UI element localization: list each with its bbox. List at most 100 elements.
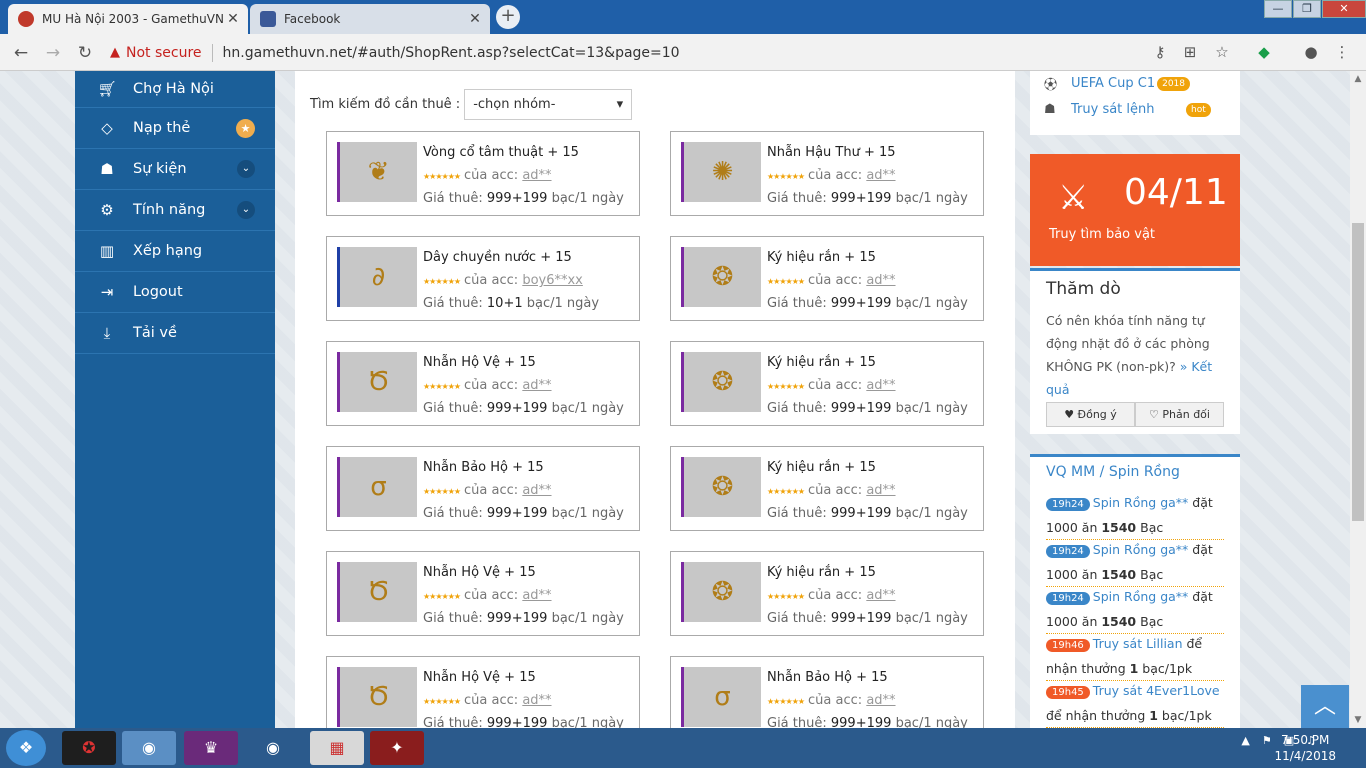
price-value: 999: [830, 401, 856, 416]
forward-icon[interactable]: →: [42, 42, 64, 64]
chrome-alt-app-icon[interactable]: ◉: [246, 731, 300, 765]
tab-facebook[interactable]: Facebook ✕: [250, 4, 490, 34]
feed-title-vqmm[interactable]: VQ MM: [1046, 464, 1095, 480]
owner-account-link[interactable]: boy6**xx: [522, 273, 583, 288]
sidebar-item-su-kien[interactable]: ☗ Sự kiện ⌄: [75, 149, 275, 190]
shop-rent-panel: Tìm kiếm đồ cần thuê : -chọn nhóm- ▾ ❦ Vò…: [295, 71, 1015, 728]
minimize-icon[interactable]: —: [1264, 0, 1292, 18]
scroll-up-icon[interactable]: ▲: [1350, 71, 1366, 87]
scrollbar-thumb[interactable]: [1352, 223, 1364, 521]
rent-item-card[interactable]: Ծ Nhẫn Hộ Vệ + 15 ★★★★★★ của acc: ad** Giá t…: [326, 551, 640, 636]
back-icon[interactable]: ←: [10, 42, 32, 64]
page-scrollbar[interactable]: ▲ ▼: [1350, 71, 1366, 728]
chevron-down-icon[interactable]: ⌄: [237, 160, 255, 178]
poll-title: Thăm dò: [1046, 279, 1121, 299]
sidebar-item-tinh-nang[interactable]: ⚙ Tính năng ⌄: [75, 190, 275, 231]
owner-account-link[interactable]: ad**: [522, 588, 551, 603]
link-uefa-cup[interactable]: ⚽︎ UEFA Cup C1 2018: [1044, 74, 1190, 93]
tab-close-icon[interactable]: ✕: [224, 11, 242, 27]
reload-icon[interactable]: ↻: [74, 42, 96, 64]
facebook-favicon-icon: [260, 11, 276, 27]
key-icon[interactable]: ⚷: [1150, 42, 1170, 62]
feed-entry-link[interactable]: Truy sát 4Ever1Love: [1093, 683, 1220, 698]
rent-item-card[interactable]: Ծ Nhẫn Hộ Vệ + 15 ★★★★★★ của acc: ad** Giá t…: [326, 341, 640, 426]
sidebar-item-nap-the[interactable]: ◇ Nạp thẻ ★: [75, 108, 275, 149]
translate-icon[interactable]: ⊞: [1180, 42, 1200, 62]
menu-icon[interactable]: ⋮: [1332, 42, 1352, 62]
action-center-icon[interactable]: ⚑: [1262, 734, 1272, 747]
restore-icon[interactable]: ❐: [1293, 0, 1321, 18]
window-close-icon[interactable]: ✕: [1322, 0, 1366, 18]
mu-favicon-icon: [18, 11, 34, 27]
tab-mu-hanoi[interactable]: MU Hà Nội 2003 - GamethuVN.n ✕: [8, 4, 248, 34]
item-owner: ★★★★★★ của acc: boy6**xx: [423, 273, 583, 288]
warning-icon: ▲: [110, 45, 120, 60]
feed-entry: 19h46 Truy sát Lillian để nhận thưởng 1 b…: [1046, 632, 1224, 681]
system-clock[interactable]: 7:50 PM 11/4/2018: [1274, 732, 1336, 764]
bookmark-star-icon[interactable]: ☆: [1212, 42, 1232, 62]
chevron-down-icon[interactable]: ⌄: [237, 201, 255, 219]
feed-entry-link[interactable]: Spin Rồng ga**: [1093, 495, 1189, 510]
sidebar-item-xep-hang[interactable]: ▥ Xếp hạng: [75, 231, 275, 272]
owner-account-link[interactable]: ad**: [866, 378, 895, 393]
disagree-button[interactable]: ♡ Phản đối: [1135, 402, 1224, 427]
mu-game-app-icon[interactable]: ♛: [184, 731, 238, 765]
link-label: Truy sát lệnh: [1071, 102, 1155, 117]
item-thumbnail-icon: σ: [684, 667, 761, 727]
sidebar-item-logout[interactable]: ⇥ Logout: [75, 272, 275, 313]
feed-title-spin-rong[interactable]: Spin Rồng: [1109, 464, 1180, 480]
new-tab-button[interactable]: +: [496, 5, 520, 29]
owner-prefix: của acc:: [808, 588, 863, 603]
feed-entry-link[interactable]: Spin Rồng ga**: [1093, 589, 1189, 604]
owner-account-link[interactable]: ad**: [522, 483, 551, 498]
rent-item-card[interactable]: ❂ Ký hiệu rắn + 15 ★★★★★★ của acc: ad** Giá …: [670, 446, 984, 531]
item-thumbnail-icon: ❂: [684, 247, 761, 307]
rent-item-card[interactable]: ∂ Dây chuyền nước + 15 ★★★★★★ của acc: boy6…: [326, 236, 640, 321]
rent-item-card[interactable]: ❂ Ký hiệu rắn + 15 ★★★★★★ của acc: ad** Giá …: [670, 551, 984, 636]
feed-entry-amount: 1540: [1101, 520, 1137, 535]
owner-account-link[interactable]: ad**: [522, 693, 551, 708]
sidebar-item-cho-ha-noi[interactable]: 🛒︎ Chợ Hà Nội: [75, 71, 275, 108]
link-truy-sat-lenh[interactable]: ☗ Truy sát lệnh hot: [1044, 102, 1240, 117]
price-label: Giá thuê:: [423, 611, 483, 626]
owner-account-link[interactable]: ad**: [866, 168, 895, 183]
mu-client-app-icon[interactable]: ✦: [370, 731, 424, 765]
profile-icon[interactable]: ●: [1301, 42, 1321, 62]
tray-arrow-icon[interactable]: ▲: [1241, 734, 1249, 747]
tab-close-icon[interactable]: ✕: [466, 11, 484, 27]
extension-icon[interactable]: ◆: [1254, 42, 1274, 62]
feed-entry-link[interactable]: Truy sát Lillian: [1093, 636, 1183, 651]
rent-item-card[interactable]: σ Nhẫn Bảo Hộ + 15 ★★★★★★ của acc: ad** Giá …: [326, 446, 640, 531]
rating-stars-icon: ★★★★★★: [767, 382, 805, 391]
start-button-icon[interactable]: ❖: [6, 730, 46, 766]
scroll-down-icon[interactable]: ▼: [1350, 712, 1366, 728]
browser-toolbar: ← → ↻ ▲ Not secure hn.gamethuvn.net/#aut…: [0, 34, 1366, 71]
rent-item-card[interactable]: ❂ Ký hiệu rắn + 15 ★★★★★★ của acc: ad** Giá …: [670, 341, 984, 426]
owner-prefix: của acc:: [808, 168, 863, 183]
group-select[interactable]: -chọn nhóm- ▾: [464, 89, 633, 120]
rent-item-card[interactable]: ✺ Nhẫn Hậu Thư + 15 ★★★★★★ của acc: ad** Giá…: [670, 131, 984, 216]
feed-entry-link[interactable]: Spin Rồng ga**: [1093, 542, 1189, 557]
sidebar-item-tai-ve[interactable]: ⤓ Tải về: [75, 313, 275, 354]
rent-item-card[interactable]: ❂ Ký hiệu rắn + 15 ★★★★★★ của acc: ad** Giá …: [670, 236, 984, 321]
owner-account-link[interactable]: ad**: [522, 168, 551, 183]
back-to-top-button[interactable]: ︿: [1301, 685, 1349, 728]
rent-item-card[interactable]: Ծ Nhẫn Hộ Vệ + 15 ★★★★★★ của acc: ad** Giá t…: [326, 656, 640, 728]
tab-title: MU Hà Nội 2003 - GamethuVN.n: [42, 12, 224, 26]
launcher-app-icon[interactable]: ▦: [310, 731, 364, 765]
owner-account-link[interactable]: ad**: [866, 588, 895, 603]
agree-button[interactable]: ♥ Đồng ý: [1046, 402, 1135, 427]
price-value: 999: [486, 191, 512, 206]
owner-account-link[interactable]: ad**: [866, 273, 895, 288]
owner-prefix: của acc:: [808, 378, 863, 393]
garena-app-icon[interactable]: ✪: [62, 731, 116, 765]
chrome-app-icon[interactable]: ◉: [122, 731, 176, 765]
rent-item-card[interactable]: ❦ Vòng cổ tâm thuật + 15 ★★★★★★ của acc: ad…: [326, 131, 640, 216]
owner-account-link[interactable]: ad**: [866, 483, 895, 498]
owner-account-link[interactable]: ad**: [866, 693, 895, 708]
owner-account-link[interactable]: ad**: [522, 378, 551, 393]
rent-item-card[interactable]: σ Nhẫn Bảo Hộ + 15 ★★★★★★ của acc: ad** Giá …: [670, 656, 984, 728]
price-unit: bạc/1 ngày: [526, 296, 600, 311]
treasure-hunt-banner[interactable]: ⚔ 04/11 Truy tìm bảo vật: [1030, 154, 1240, 266]
address-bar[interactable]: ▲ Not secure hn.gamethuvn.net/#auth/Shop…: [110, 39, 1240, 66]
